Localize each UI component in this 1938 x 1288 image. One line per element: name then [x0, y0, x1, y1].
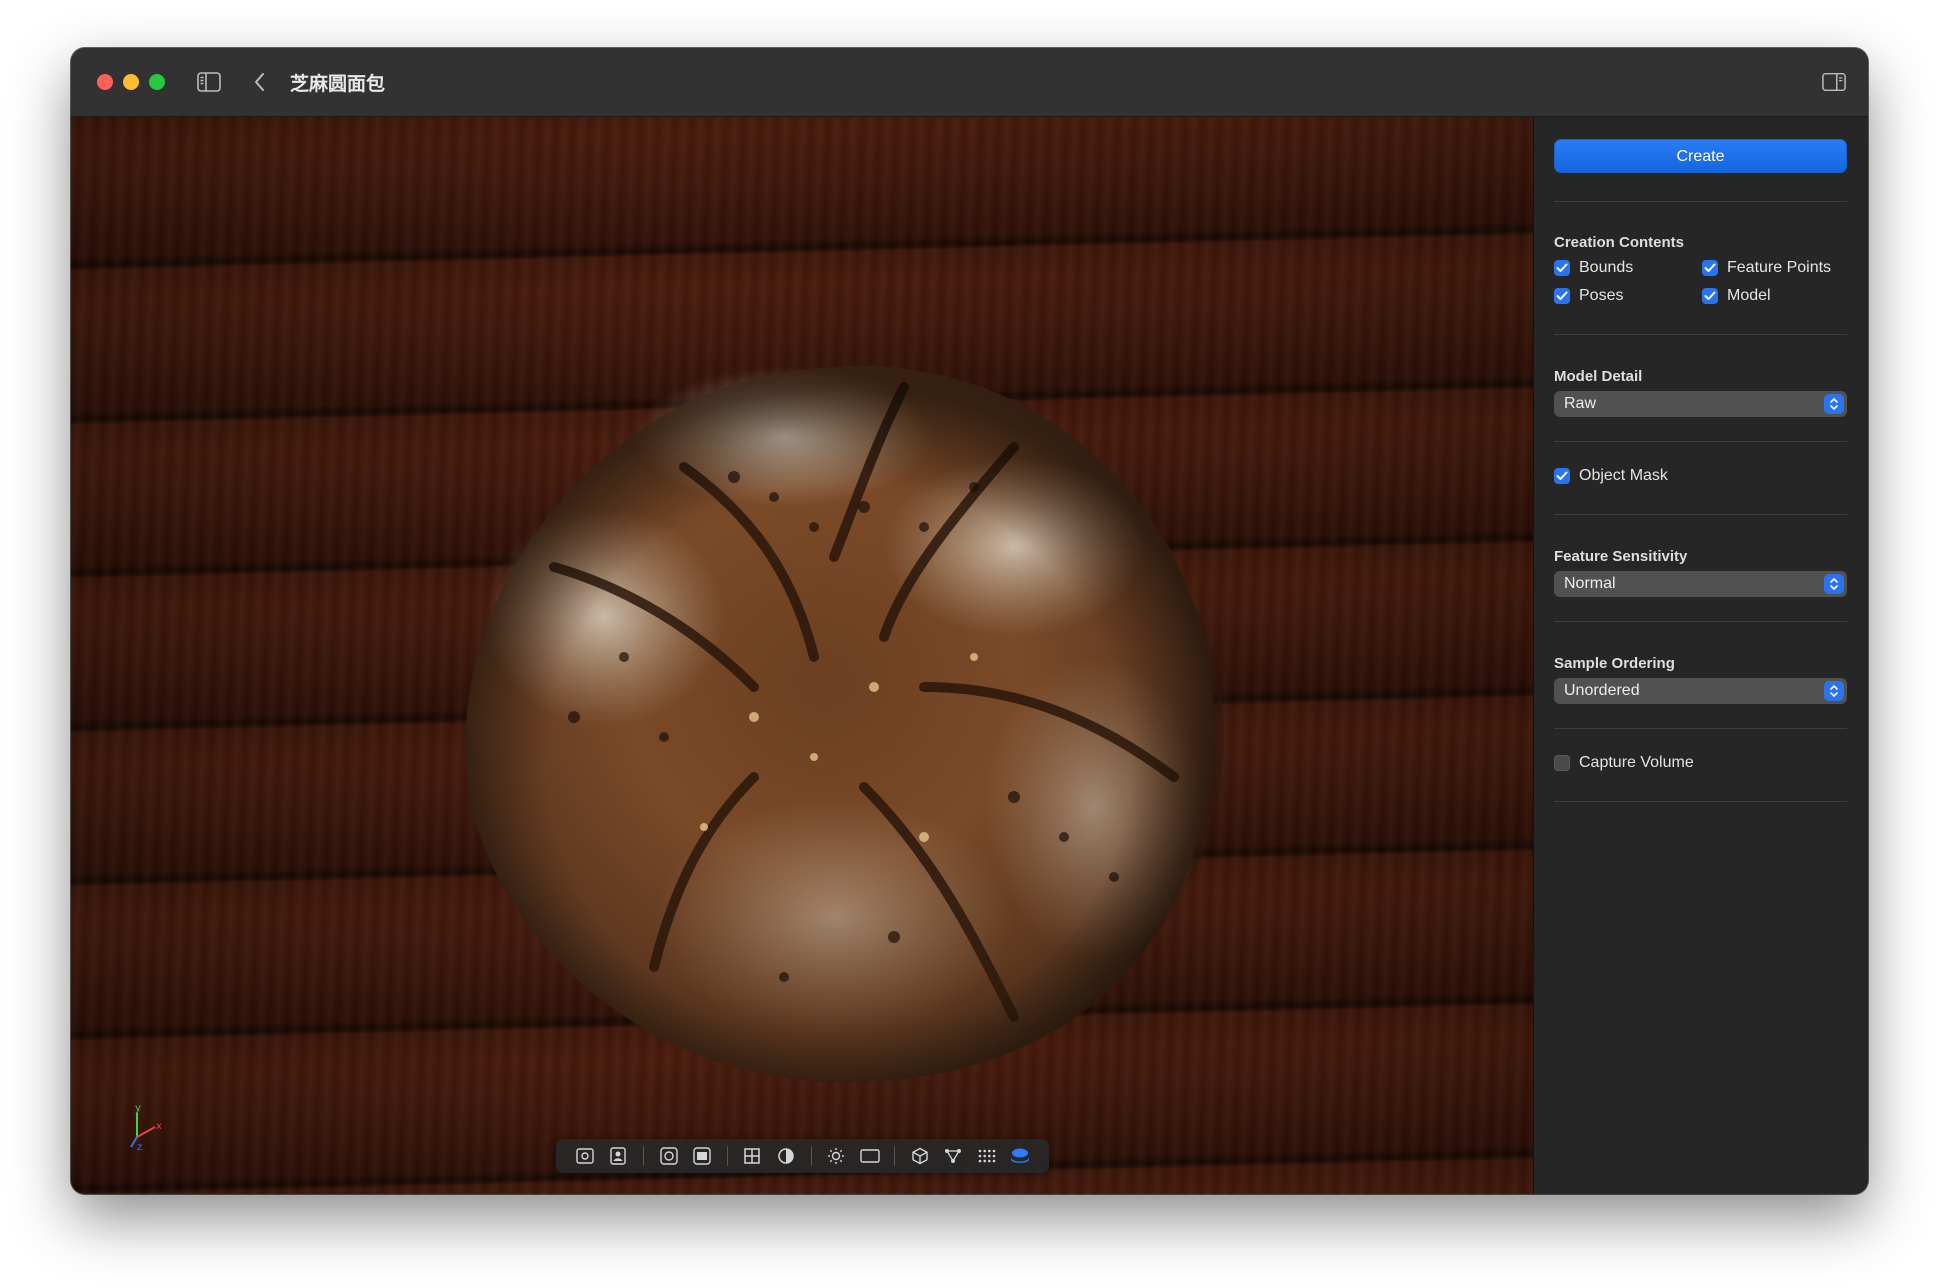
axis-z-label: z [137, 1142, 142, 1151]
minimize-button[interactable] [123, 74, 139, 90]
maximize-button[interactable] [149, 74, 165, 90]
circle-frame-icon[interactable] [656, 1144, 681, 1168]
divider [1554, 801, 1847, 802]
chevron-updown-icon [1824, 574, 1844, 594]
capture-volume-label: Capture Volume [1579, 754, 1694, 771]
axis-y-label: y [135, 1103, 141, 1114]
feature-points-checkbox[interactable]: Feature Points [1702, 259, 1831, 277]
object-mask-label: Object Mask [1579, 467, 1668, 484]
feature-sensitivity-label: Feature Sensitivity [1554, 548, 1688, 565]
rectangle-icon[interactable] [857, 1144, 882, 1168]
checkmark-icon [1702, 260, 1718, 276]
poses-checkbox[interactable]: Poses [1554, 287, 1623, 305]
feature-sensitivity-value: Normal [1564, 575, 1616, 592]
sidebar-toggle-icon[interactable] [197, 70, 221, 94]
inspector-toggle-icon[interactable] [1822, 70, 1846, 94]
titlebar: 芝麻圆面包 [71, 48, 1868, 117]
checkmark-icon [1702, 288, 1718, 304]
bread-model[interactable] [454, 357, 1228, 1092]
close-button[interactable] [97, 74, 113, 90]
object-mask-checkbox[interactable]: Object Mask [1554, 467, 1668, 485]
divider [1554, 201, 1847, 202]
inspector-panel: Create Creation Contents Bounds Feature … [1533, 117, 1868, 1194]
poses-label: Poses [1579, 287, 1624, 304]
feature-sensitivity-select[interactable]: Normal [1554, 571, 1847, 597]
bounds-label: Bounds [1579, 259, 1634, 276]
chevron-left-icon[interactable] [248, 70, 272, 94]
divider [1554, 514, 1847, 515]
toolbar-divider [642, 1146, 644, 1166]
divider [1554, 334, 1847, 335]
model-stack-icon[interactable] [1008, 1144, 1033, 1168]
sample-ordering-select[interactable]: Unordered [1554, 678, 1847, 704]
creation-contents-label: Creation Contents [1554, 234, 1685, 251]
toolbar-divider [726, 1146, 728, 1166]
cube-icon[interactable] [907, 1144, 932, 1168]
axis-x-label: x [156, 1121, 162, 1132]
checkmark-icon [1554, 288, 1570, 304]
model-label: Model [1727, 287, 1771, 304]
app-window: 芝麻圆面包 y x z Create Creation Contents Bou… [71, 48, 1868, 1194]
model-viewport[interactable]: y x z [71, 117, 1533, 1194]
contrast-icon[interactable] [773, 1144, 798, 1168]
image-frame-icon[interactable] [689, 1144, 714, 1168]
unchecked-box-icon [1554, 755, 1570, 771]
brightness-icon[interactable] [823, 1144, 848, 1168]
viewport-toolbar [556, 1139, 1049, 1173]
create-button[interactable]: Create [1554, 139, 1847, 173]
checkmark-icon [1554, 468, 1570, 484]
axis-gizmo: y x z [130, 1103, 162, 1151]
bounds-checkbox[interactable]: Bounds [1554, 259, 1633, 277]
chevron-updown-icon [1824, 681, 1844, 701]
model-detail-label: Model Detail [1554, 368, 1643, 385]
model-detail-value: Raw [1564, 395, 1597, 412]
toolbar-divider [894, 1146, 896, 1166]
divider [1554, 728, 1847, 729]
sample-ordering-value: Unordered [1564, 682, 1640, 699]
model-detail-select[interactable]: Raw [1554, 391, 1847, 417]
window-title: 芝麻圆面包 [290, 74, 386, 95]
chevron-updown-icon [1824, 394, 1844, 414]
feature-points-label: Feature Points [1727, 259, 1832, 276]
checkmark-icon [1554, 260, 1570, 276]
portrait-icon[interactable] [605, 1144, 630, 1168]
divider [1554, 621, 1847, 622]
model-checkbox[interactable]: Model [1702, 287, 1771, 305]
sample-ordering-label: Sample Ordering [1554, 655, 1675, 672]
camera-frame-icon[interactable] [572, 1144, 597, 1168]
divider [1554, 441, 1847, 442]
grid-icon[interactable] [740, 1144, 765, 1168]
nodes-icon[interactable] [941, 1144, 966, 1168]
point-grid-icon[interactable] [974, 1144, 999, 1168]
toolbar-divider [810, 1146, 812, 1166]
capture-volume-checkbox[interactable]: Capture Volume [1554, 754, 1694, 772]
